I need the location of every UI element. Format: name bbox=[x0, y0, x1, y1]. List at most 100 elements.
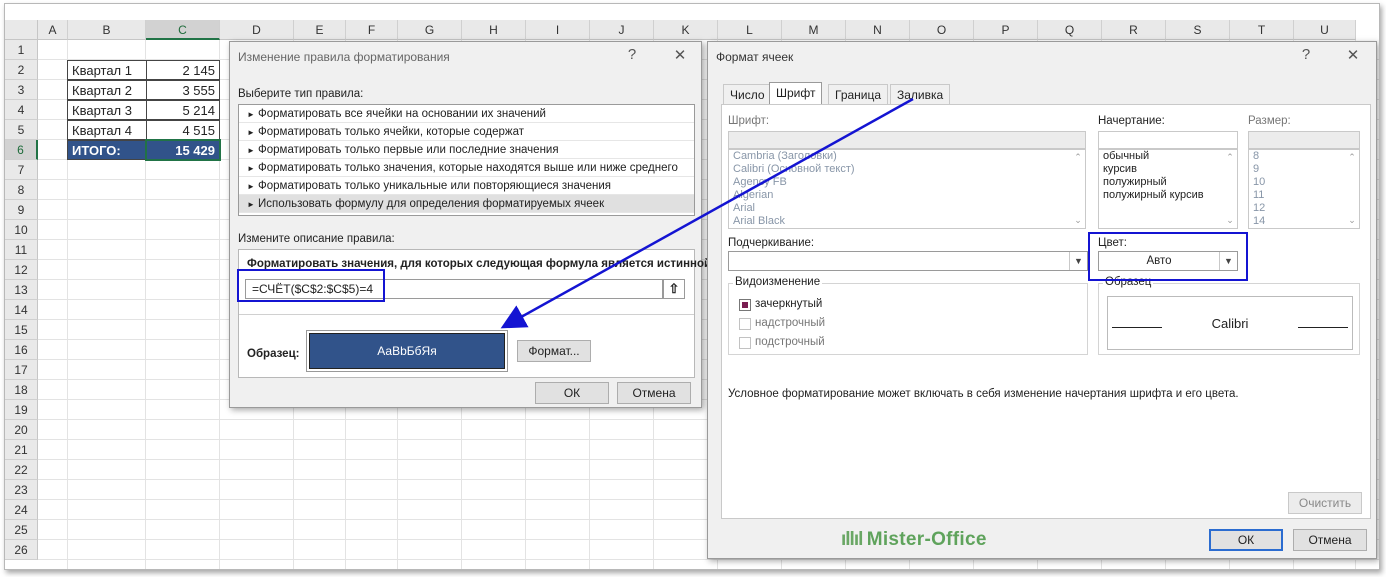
cancel-button[interactable]: Отмена bbox=[617, 382, 691, 404]
table-cell-label[interactable]: Квартал 1 bbox=[67, 60, 147, 80]
column-header-m[interactable]: M bbox=[782, 20, 846, 40]
row-header-2[interactable]: 2 bbox=[5, 60, 38, 80]
row-header-4[interactable]: 4 bbox=[5, 100, 38, 120]
column-header-k[interactable]: K bbox=[654, 20, 718, 40]
font-list-item[interactable]: Arial bbox=[729, 202, 1085, 215]
size-list-item[interactable]: 12 bbox=[1249, 202, 1359, 215]
column-header-g[interactable]: G bbox=[398, 20, 462, 40]
row-header-25[interactable]: 25 bbox=[5, 520, 38, 540]
rule-type-item[interactable]: ► Использовать формулу для определения фо… bbox=[239, 195, 694, 213]
font-scrollbar[interactable]: ⌃ ⌄ bbox=[1071, 150, 1085, 228]
table-cell-value[interactable]: 4 515 bbox=[146, 120, 220, 140]
column-header-f[interactable]: F bbox=[346, 20, 398, 40]
column-header-d[interactable]: D bbox=[220, 20, 294, 40]
style-scrollbar[interactable]: ⌃ ⌄ bbox=[1223, 150, 1237, 228]
size-list-item[interactable]: 14 bbox=[1249, 215, 1359, 228]
rule-type-item[interactable]: ► Форматировать только уникальные или пов… bbox=[239, 177, 694, 195]
table-cell-value[interactable]: 5 214 bbox=[146, 100, 220, 120]
format-button[interactable]: Формат... bbox=[517, 340, 591, 362]
total-label-cell[interactable]: ИТОГО: bbox=[67, 140, 147, 160]
table-cell-label[interactable]: Квартал 3 bbox=[67, 100, 147, 120]
row-header-7[interactable]: 7 bbox=[5, 160, 38, 180]
subscript-checkbox[interactable] bbox=[739, 337, 751, 349]
superscript-checkbox[interactable] bbox=[739, 318, 751, 330]
column-header-u[interactable]: U bbox=[1294, 20, 1356, 40]
row-header-8[interactable]: 8 bbox=[5, 180, 38, 200]
help-icon[interactable]: ? bbox=[622, 46, 642, 63]
row-header-15[interactable]: 15 bbox=[5, 320, 38, 340]
column-header-t[interactable]: T bbox=[1230, 20, 1294, 40]
row-header-1[interactable]: 1 bbox=[5, 40, 38, 60]
column-header-r[interactable]: R bbox=[1102, 20, 1166, 40]
tab-font[interactable]: Шрифт bbox=[769, 82, 823, 105]
ok-button[interactable]: ОК bbox=[1209, 529, 1283, 551]
rule-type-item[interactable]: ► Форматировать все ячейки на основании и… bbox=[239, 105, 694, 123]
table-cell-value[interactable]: 3 555 bbox=[146, 80, 220, 100]
close-icon[interactable]: ✕ bbox=[670, 46, 690, 64]
cancel-button[interactable]: Отмена bbox=[1293, 529, 1367, 551]
row-header-14[interactable]: 14 bbox=[5, 300, 38, 320]
size-list-item[interactable]: 10 bbox=[1249, 176, 1359, 189]
row-header-12[interactable]: 12 bbox=[5, 260, 38, 280]
font-list-item[interactable]: Algerian bbox=[729, 189, 1085, 202]
table-cell-label[interactable]: Квартал 4 bbox=[67, 120, 147, 140]
size-scrollbar[interactable]: ⌃ ⌄ bbox=[1345, 150, 1359, 228]
table-cell-label[interactable]: Квартал 2 bbox=[67, 80, 147, 100]
column-header-p[interactable]: P bbox=[974, 20, 1038, 40]
row-header-19[interactable]: 19 bbox=[5, 400, 38, 420]
row-header-9[interactable]: 9 bbox=[5, 200, 38, 220]
row-header-6[interactable]: 6 bbox=[5, 140, 38, 160]
font-list-item[interactable]: Calibri (Основной текст) bbox=[729, 163, 1085, 176]
column-header-b[interactable]: B bbox=[68, 20, 146, 40]
row-header-10[interactable]: 10 bbox=[5, 220, 38, 240]
size-list-item[interactable]: 11 bbox=[1249, 189, 1359, 202]
row-header-13[interactable]: 13 bbox=[5, 280, 38, 300]
row-header-18[interactable]: 18 bbox=[5, 380, 38, 400]
select-all-corner[interactable] bbox=[5, 20, 38, 40]
style-list-item[interactable]: обычный bbox=[1099, 150, 1237, 163]
row-header-24[interactable]: 24 bbox=[5, 500, 38, 520]
column-header-j[interactable]: J bbox=[590, 20, 654, 40]
rule-type-list[interactable]: ► Форматировать все ячейки на основании и… bbox=[238, 104, 695, 216]
row-header-3[interactable]: 3 bbox=[5, 80, 38, 100]
column-header-q[interactable]: Q bbox=[1038, 20, 1102, 40]
underline-select[interactable]: ▼ bbox=[728, 251, 1088, 271]
font-list-item[interactable]: Agency FB bbox=[729, 176, 1085, 189]
size-list-item[interactable]: 9 bbox=[1249, 163, 1359, 176]
collapse-dialog-icon[interactable]: ⇧ bbox=[663, 279, 685, 299]
size-list[interactable]: 8 9 10 11 12 14 ⌃ ⌄ bbox=[1248, 149, 1360, 229]
row-header-23[interactable]: 23 bbox=[5, 480, 38, 500]
tab-border[interactable]: Граница bbox=[828, 84, 889, 104]
table-cell-value[interactable]: 2 145 bbox=[146, 60, 220, 80]
style-input[interactable] bbox=[1098, 131, 1238, 149]
help-icon[interactable]: ? bbox=[1296, 46, 1316, 63]
font-input[interactable] bbox=[728, 131, 1086, 149]
row-header-26[interactable]: 26 bbox=[5, 540, 38, 560]
row-header-22[interactable]: 22 bbox=[5, 460, 38, 480]
column-header-o[interactable]: O bbox=[910, 20, 974, 40]
column-header-a[interactable]: A bbox=[38, 20, 68, 40]
column-header-l[interactable]: L bbox=[718, 20, 782, 40]
close-icon[interactable]: ✕ bbox=[1343, 46, 1363, 64]
tab-fill[interactable]: Заливка bbox=[890, 84, 951, 104]
rule-type-item[interactable]: ► Форматировать только первые или последн… bbox=[239, 141, 694, 159]
column-header-c[interactable]: C bbox=[146, 20, 220, 40]
size-list-item[interactable]: 8 bbox=[1249, 150, 1359, 163]
row-header-17[interactable]: 17 bbox=[5, 360, 38, 380]
column-header-n[interactable]: N bbox=[846, 20, 910, 40]
row-header-20[interactable]: 20 bbox=[5, 420, 38, 440]
style-list-item[interactable]: курсив bbox=[1099, 163, 1237, 176]
row-header-16[interactable]: 16 bbox=[5, 340, 38, 360]
ok-button[interactable]: ОК bbox=[535, 382, 609, 404]
rule-type-item[interactable]: ► Форматировать только ячейки, которые со… bbox=[239, 123, 694, 141]
row-header-5[interactable]: 5 bbox=[5, 120, 38, 140]
font-list-item[interactable]: Cambria (Заголовки) bbox=[729, 150, 1085, 163]
style-list[interactable]: обычный курсив полужирный полужирный курсив… bbox=[1098, 149, 1238, 229]
font-list[interactable]: Cambria (Заголовки) Calibri (Основной тек… bbox=[728, 149, 1086, 229]
tab-number[interactable]: Число bbox=[723, 84, 772, 104]
row-header-11[interactable]: 11 bbox=[5, 240, 38, 260]
style-list-item[interactable]: полужирный курсив bbox=[1099, 189, 1237, 202]
column-header-h[interactable]: H bbox=[462, 20, 526, 40]
font-list-item[interactable]: Arial Black bbox=[729, 215, 1085, 228]
column-header-s[interactable]: S bbox=[1166, 20, 1230, 40]
